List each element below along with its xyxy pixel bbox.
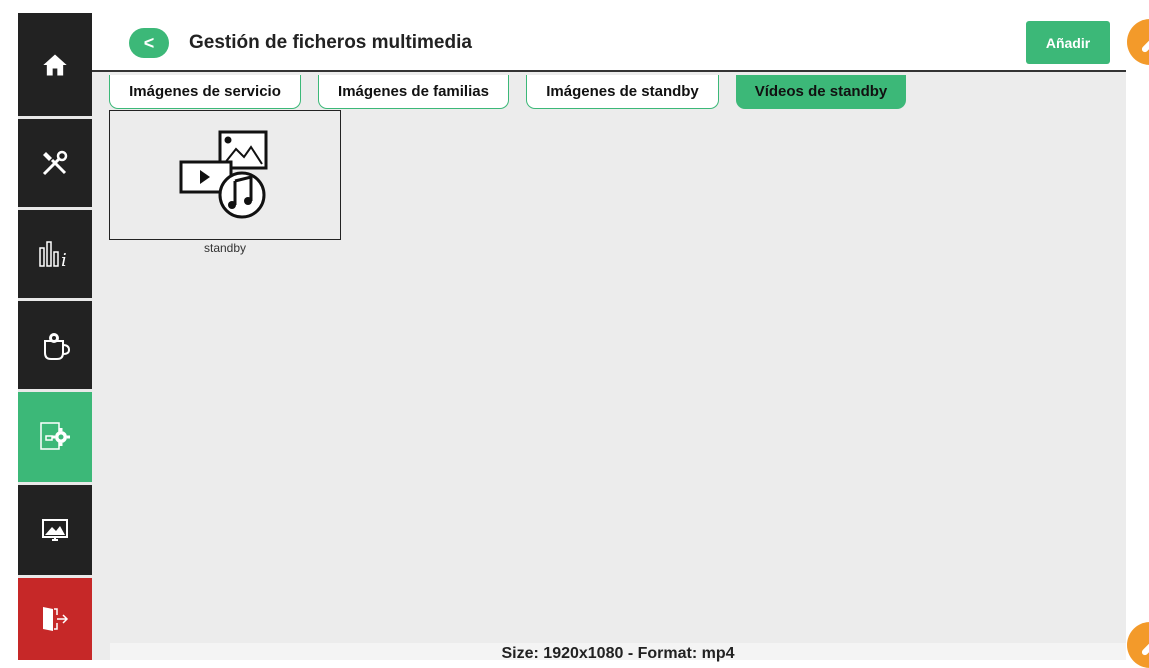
sidebar-item-screen[interactable] <box>18 485 92 575</box>
stats-info-icon: i <box>39 241 67 270</box>
exit-door-icon <box>43 607 69 631</box>
multimedia-icon <box>179 130 268 219</box>
file-info-bar: Size: 1920x1080 - Format: mp4 <box>110 643 1126 662</box>
tab-imagenes-standby[interactable]: Imágenes de standby <box>526 75 719 109</box>
tab-imagenes-servicio[interactable]: Imágenes de servicio <box>109 75 301 109</box>
sidebar-item-coffee[interactable] <box>18 301 92 389</box>
back-button[interactable]: < <box>129 28 169 58</box>
screen-display-icon <box>42 519 68 541</box>
file-name: standby <box>203 241 247 255</box>
file-settings-icon <box>40 422 70 450</box>
sidebar-item-home[interactable] <box>18 13 92 116</box>
file-card[interactable] <box>109 110 341 240</box>
tools-icon <box>42 150 68 176</box>
sidebar-item-tools[interactable] <box>18 119 92 207</box>
delete-icon[interactable] <box>1127 622 1149 668</box>
svg-text:i: i <box>61 250 67 270</box>
tab-videos-standby[interactable]: Vídeos de standby <box>736 75 906 109</box>
coffee-cup-gear-icon <box>44 333 71 360</box>
sidebar: i <box>18 13 92 660</box>
sidebar-item-stats[interactable]: i <box>18 210 92 298</box>
tab-imagenes-familias[interactable]: Imágenes de familias <box>318 75 509 109</box>
page-title: Gestión de ficheros multimedia <box>189 32 472 53</box>
file-info-text: Size: 1920x1080 - Format: mp4 <box>501 645 735 662</box>
add-button[interactable]: Añadir <box>1026 21 1110 64</box>
sidebar-item-file-settings[interactable] <box>18 392 92 482</box>
home-icon <box>43 54 67 75</box>
sidebar-item-exit[interactable] <box>18 578 92 660</box>
